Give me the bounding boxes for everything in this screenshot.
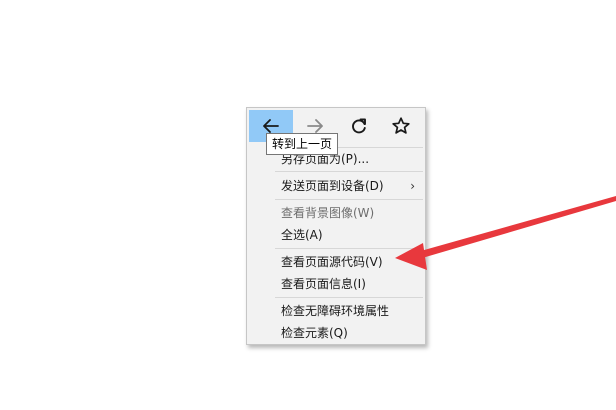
bookmark-star-icon (392, 117, 410, 134)
bookmark-button[interactable] (379, 110, 423, 142)
reload-button[interactable] (337, 110, 381, 142)
menu-item-send-page-to-device[interactable]: 发送页面到设备(D) › (247, 175, 425, 197)
menu-item-select-all[interactable]: 全选(A) (247, 224, 425, 246)
menu-item-inspect-element[interactable]: 检查元素(Q) (247, 322, 425, 344)
submenu-arrow-icon: › (410, 179, 415, 193)
reload-icon (352, 118, 366, 134)
menu-separator (275, 171, 423, 172)
menu-item-inspect-accessibility[interactable]: 检查无障碍环境属性 (247, 300, 425, 322)
menu-item-label: 发送页面到设备(D) (281, 179, 384, 193)
menu-item-view-background-image: 查看背景图像(W) (281, 206, 375, 220)
back-tooltip: 转到上一页 (266, 133, 339, 155)
menu-item-view-page-source[interactable]: 查看页面源代码(V) (247, 251, 425, 273)
menu-item-view-page-info[interactable]: 查看页面信息(I) (247, 273, 425, 295)
menu-separator (275, 297, 423, 298)
menu-separator (275, 199, 423, 200)
menu-separator (275, 248, 423, 249)
